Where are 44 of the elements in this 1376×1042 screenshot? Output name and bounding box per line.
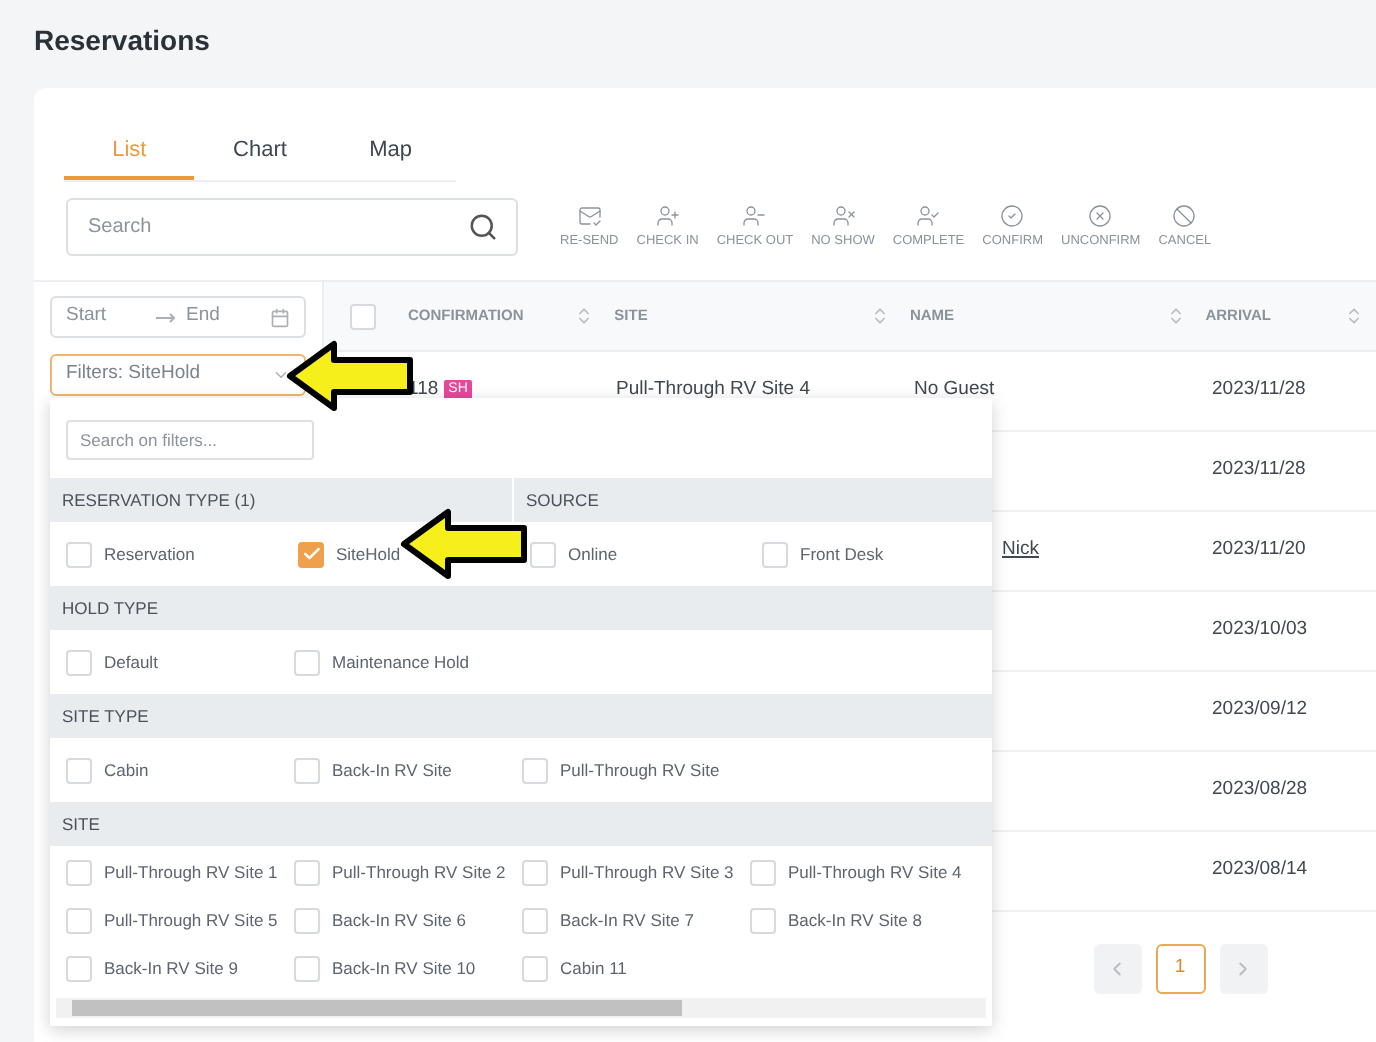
section-header: SITE [62,811,100,837]
table-cell-text: 2023/11/20 [1212,536,1306,565]
checkbox-label[interactable]: Pull-Through RV Site [560,757,720,783]
checkbox-label[interactable]: Pull-Through RV Site 3 [560,859,734,885]
section-header: SOURCE [526,487,599,513]
tab[interactable]: Chart [194,124,326,180]
checkbox-label[interactable]: SiteHold [336,541,401,567]
checkbox-label[interactable]: Pull-Through RV Site 1 [104,859,278,885]
table-cell: Pull-Through RV Site 4 [616,378,810,401]
search-field[interactable]: Search [66,198,518,256]
date-range-field[interactable]: Start End [50,296,306,338]
checkbox-label[interactable]: Back-In RV Site 9 [104,955,238,981]
table-cell: No Guest [914,378,995,401]
checkbox-label[interactable]: Back-In RV Site [332,757,452,783]
start-date-placeholder: Start [66,302,109,331]
table-cell-text: 2023/08/14 [1212,856,1308,885]
checkbox-label[interactable]: Pull-Through RV Site 5 [104,907,278,933]
section-header: RESERVATION TYPE (1) [62,487,256,513]
table-cell-text: 2023/11/28 [1212,456,1306,485]
table-cell-text: 2023/08/28 [1212,776,1308,805]
checkbox-label[interactable]: Back-In RV Site 8 [788,907,922,933]
checkbox-label[interactable]: Back-In RV Site 10 [332,955,476,981]
checkbox-label[interactable]: Reservation [104,541,195,567]
checkbox-label[interactable]: Back-In RV Site 6 [332,907,466,933]
section-header: HOLD TYPE [62,595,159,621]
checkbox-label[interactable]: Front Desk [800,541,884,567]
tab[interactable]: Map [325,124,456,180]
checkbox-label[interactable]: Back-In RV Site 7 [560,907,694,933]
end-date-placeholder: End [186,302,222,331]
filter-search-field[interactable]: Search on filters... [66,420,314,460]
checkbox-label[interactable]: Cabin [104,757,149,783]
table-cell-text: 2023/09/12 [1212,696,1308,725]
checkbox-label[interactable]: Maintenance Hold [332,649,470,675]
section-header: SITE TYPE [62,703,149,729]
checkbox-label[interactable]: Default [104,649,158,675]
filters-select[interactable]: Filters: SiteHold [50,354,306,396]
page-title: Reservations [34,22,210,60]
table-cell-text: 2023/10/03 [1212,616,1308,645]
guest-name-link[interactable]: Nick [1002,538,1039,561]
checkbox-label[interactable]: Cabin 11 [560,955,627,981]
checkbox-label[interactable]: Online [568,541,618,567]
checkbox-label[interactable]: Pull-Through RV Site 2 [332,859,506,885]
checkbox-label[interactable]: Pull-Through RV Site 4 [788,859,962,885]
table-cell-text: 2023/11/28 [1212,376,1306,405]
